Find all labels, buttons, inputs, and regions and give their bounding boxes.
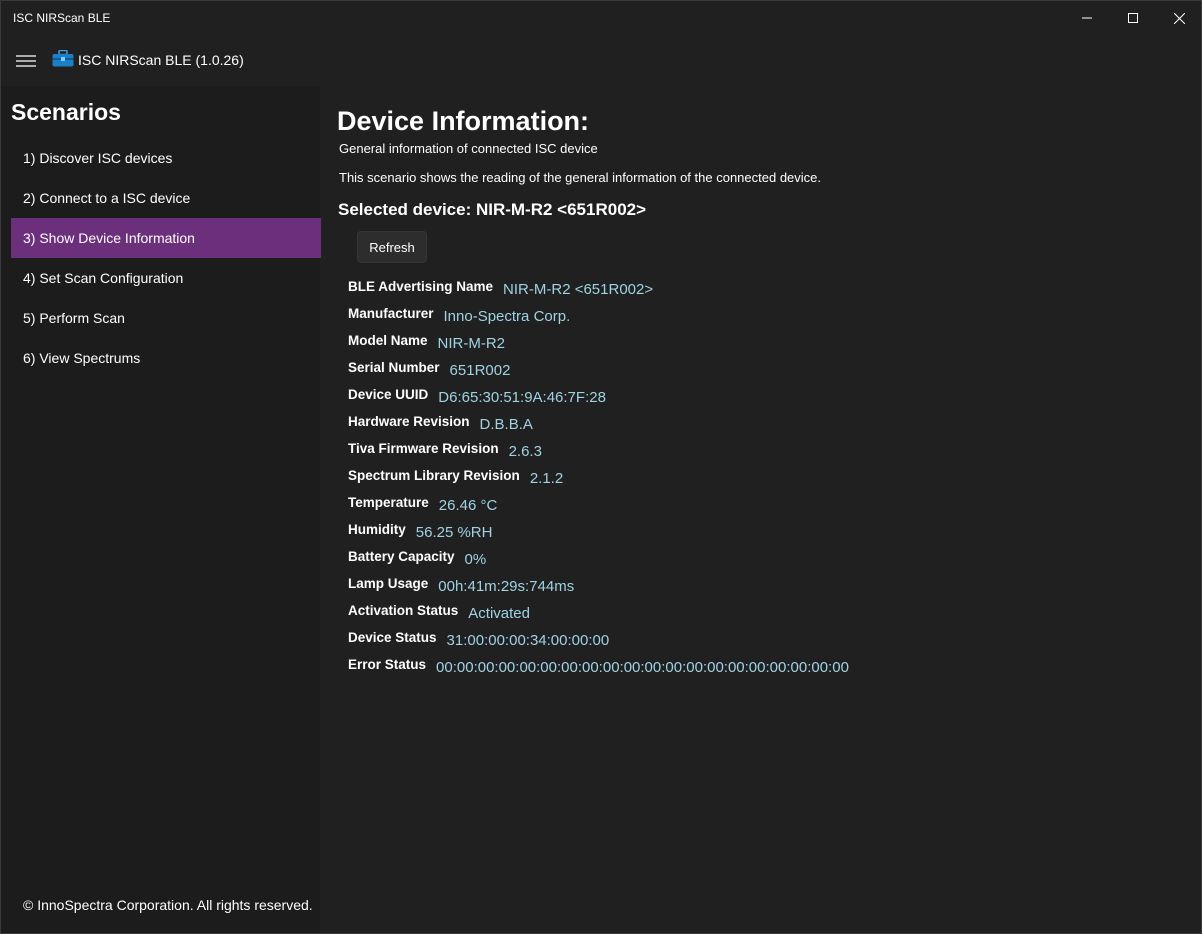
info-label: Spectrum Library Revision bbox=[348, 468, 520, 483]
scenario-item-perform-scan[interactable]: 5) Perform Scan bbox=[11, 298, 321, 338]
info-value: 651R002 bbox=[449, 362, 511, 379]
info-value: Inno-Spectra Corp. bbox=[443, 308, 571, 325]
info-row: Manufacturer Inno-Spectra Corp. bbox=[348, 306, 849, 333]
sidebar-heading: Scenarios bbox=[11, 99, 121, 125]
info-row: Device UUID D6:65:30:51:9A:46:7F:28 bbox=[348, 387, 849, 414]
info-row: Serial Number 651R002 bbox=[348, 360, 849, 387]
info-value: 31:00:00:00:34:00:00:00 bbox=[446, 632, 610, 649]
info-label: Activation Status bbox=[348, 603, 459, 618]
info-label: Lamp Usage bbox=[348, 576, 429, 591]
info-value: D.B.B.A bbox=[479, 416, 533, 433]
scenario-item-device-info[interactable]: 3) Show Device Information bbox=[11, 218, 321, 258]
scenario-item-view-spectrums[interactable]: 6) View Spectrums bbox=[11, 338, 321, 378]
scenario-item-connect[interactable]: 2) Connect to a ISC device bbox=[11, 178, 321, 218]
info-row: Activation Status Activated bbox=[348, 603, 849, 630]
scenario-list: 1) Discover ISC devices 2) Connect to a … bbox=[11, 138, 321, 378]
info-label: Temperature bbox=[348, 495, 429, 510]
info-value: Activated bbox=[468, 605, 530, 622]
info-label: Device Status bbox=[348, 630, 437, 645]
info-row: Battery Capacity 0% bbox=[348, 549, 849, 576]
info-label: Tiva Firmware Revision bbox=[348, 441, 499, 456]
app-header: ISC NIRScan BLE (1.0.26) bbox=[1, 35, 1201, 85]
info-value: 26.46 °C bbox=[438, 497, 498, 514]
info-row: Tiva Firmware Revision 2.6.3 bbox=[348, 441, 849, 468]
info-row: Device Status 31:00:00:00:34:00:00:00 bbox=[348, 630, 849, 657]
page-title: Device Information: bbox=[337, 106, 590, 136]
info-label: BLE Advertising Name bbox=[348, 279, 494, 294]
info-label: Manufacturer bbox=[348, 306, 434, 321]
hamburger-menu-button[interactable] bbox=[11, 47, 41, 75]
copyright-footer: © InnoSpectra Corporation. All rights re… bbox=[23, 897, 313, 913]
refresh-button[interactable]: Refresh bbox=[357, 231, 427, 263]
close-button[interactable] bbox=[1156, 1, 1201, 35]
info-row: Temperature 26.46 °C bbox=[348, 495, 849, 522]
scenarios-sidebar: Scenarios 1) Discover ISC devices 2) Con… bbox=[1, 86, 321, 933]
info-row: Humidity 56.25 %RH bbox=[348, 522, 849, 549]
maximize-button[interactable] bbox=[1110, 1, 1156, 35]
app-window: ISC NIRScan BLE ISC NIRScan BLE (1.0.26) bbox=[0, 0, 1202, 934]
app-name: ISC NIRScan BLE (1.0.26) bbox=[78, 52, 244, 68]
info-value: 0% bbox=[464, 551, 487, 568]
maximize-icon bbox=[1128, 13, 1138, 23]
info-label: Device UUID bbox=[348, 387, 429, 402]
info-value: 2.1.2 bbox=[529, 470, 564, 487]
minimize-icon bbox=[1082, 17, 1092, 19]
info-value: 2.6.3 bbox=[508, 443, 542, 460]
info-value: 56.25 %RH bbox=[415, 524, 493, 541]
selected-device-label: Selected device: NIR-M-R2 <651R002> bbox=[338, 200, 647, 219]
info-label: Humidity bbox=[348, 522, 406, 537]
info-value: 00h:41m:29s:744ms bbox=[438, 578, 575, 595]
scenario-item-discover[interactable]: 1) Discover ISC devices bbox=[11, 138, 321, 178]
info-row: Spectrum Library Revision 2.1.2 bbox=[348, 468, 849, 495]
hamburger-icon bbox=[16, 55, 36, 67]
toolbox-icon bbox=[52, 50, 74, 67]
info-row: Hardware Revision D.B.B.A bbox=[348, 414, 849, 441]
info-value: D6:65:30:51:9A:46:7F:28 bbox=[438, 389, 606, 406]
close-icon bbox=[1173, 12, 1185, 24]
info-value: 00:00:00:00:00:00:00:00:00:00:00:00:00:0… bbox=[436, 659, 849, 676]
info-label: Hardware Revision bbox=[348, 414, 470, 429]
info-label: Error Status bbox=[348, 657, 427, 672]
scenario-item-scan-config[interactable]: 4) Set Scan Configuration bbox=[11, 258, 321, 298]
window-title: ISC NIRScan BLE bbox=[13, 11, 111, 25]
scenario-description: This scenario shows the reading of the g… bbox=[339, 170, 822, 185]
info-value: NIR-M-R2 bbox=[437, 335, 506, 352]
info-row: BLE Advertising Name NIR-M-R2 <651R002> bbox=[348, 279, 849, 306]
info-row: Model Name NIR-M-R2 bbox=[348, 333, 849, 360]
info-label: Serial Number bbox=[348, 360, 440, 375]
minimize-button[interactable] bbox=[1064, 1, 1110, 35]
info-label: Battery Capacity bbox=[348, 549, 455, 564]
info-label: Model Name bbox=[348, 333, 428, 348]
info-value: NIR-M-R2 <651R002> bbox=[503, 281, 654, 298]
device-info-list: BLE Advertising Name NIR-M-R2 <651R002> … bbox=[348, 279, 849, 684]
info-row: Error Status 00:00:00:00:00:00:00:00:00:… bbox=[348, 657, 849, 684]
main-content: Device Information: General information … bbox=[321, 86, 1201, 933]
page-subtitle: General information of connected ISC dev… bbox=[339, 141, 598, 156]
title-bar: ISC NIRScan BLE bbox=[1, 1, 1201, 35]
info-row: Lamp Usage 00h:41m:29s:744ms bbox=[348, 576, 849, 603]
